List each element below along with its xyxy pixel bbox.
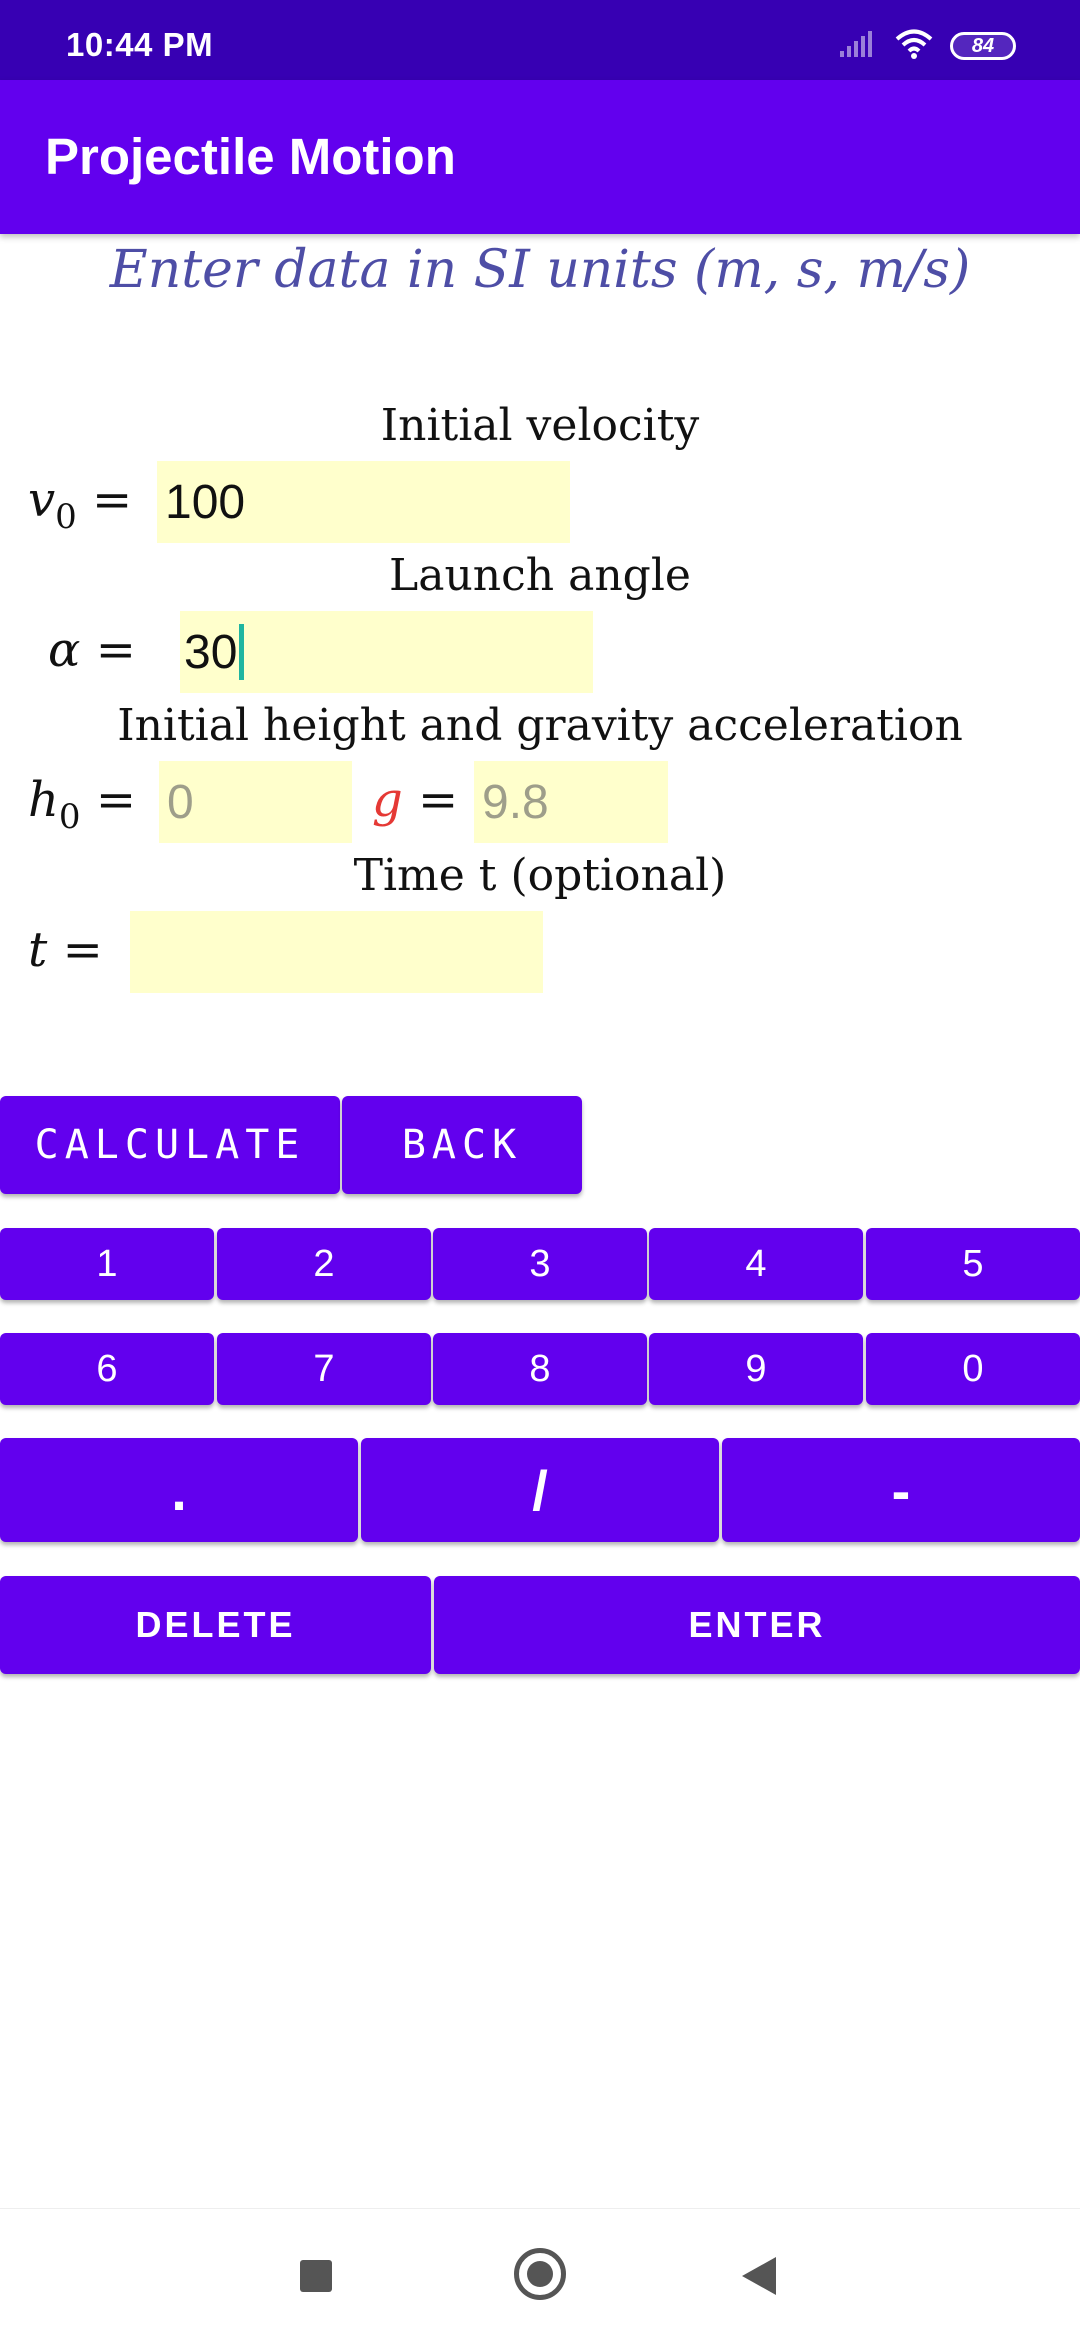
t-label: t = xyxy=(28,922,103,978)
status-time: 10:44 PM xyxy=(66,26,214,63)
t-equals: = xyxy=(62,922,103,978)
v0-subscript: 0 xyxy=(55,497,77,537)
alpha-value: 30 xyxy=(184,625,238,679)
v0-value: 100 xyxy=(165,475,246,529)
navigation-bar xyxy=(0,2208,1080,2340)
delete-button[interactable]: DELETE xyxy=(0,1576,431,1674)
alpha-input[interactable]: 30 xyxy=(180,611,593,693)
g-equals: = xyxy=(418,772,459,828)
key-9[interactable]: 9 xyxy=(649,1333,863,1405)
key-3[interactable]: 3 xyxy=(433,1228,647,1300)
back-icon[interactable] xyxy=(742,2257,776,2295)
home-icon[interactable] xyxy=(514,2248,566,2300)
t-input[interactable] xyxy=(130,911,543,993)
h0-label: h0 = xyxy=(28,772,137,837)
v0-equals: = xyxy=(92,472,133,528)
alpha-symbol: α xyxy=(48,622,81,678)
app-title: Projectile Motion xyxy=(45,128,456,185)
key-0[interactable]: 0 xyxy=(866,1333,1080,1405)
app-bar: Projectile Motion xyxy=(0,80,1080,234)
alpha-equals: = xyxy=(95,622,136,678)
battery-icon: 84 xyxy=(950,32,1016,60)
key-4[interactable]: 4 xyxy=(649,1228,863,1300)
g-symbol: g xyxy=(372,772,403,828)
h0-subscript: 0 xyxy=(58,797,81,837)
wifi-icon xyxy=(894,28,934,64)
screen: 10:44 PM 84 Projectile Motion Enter data… xyxy=(0,0,1080,2340)
back-button[interactable]: BACK xyxy=(342,1096,582,1194)
v0-label: v0 = xyxy=(28,472,133,537)
h0-equals: = xyxy=(95,772,137,828)
key-6[interactable]: 6 xyxy=(0,1333,214,1405)
h0-input[interactable]: 0 xyxy=(159,761,352,843)
key-dot[interactable]: . xyxy=(0,1438,358,1542)
enter-button[interactable]: ENTER xyxy=(434,1576,1080,1674)
calculate-button[interactable]: CALCULATE xyxy=(0,1096,340,1194)
key-minus[interactable]: - xyxy=(722,1438,1080,1542)
v0-input[interactable]: 100 xyxy=(157,461,570,543)
instructions-text: Enter data in SI units (m, s, m/s) xyxy=(109,240,971,300)
v0-symbol: v xyxy=(28,472,56,528)
g-label: g = xyxy=(372,772,458,828)
g-input[interactable]: 9.8 xyxy=(474,761,668,843)
recent-apps-icon[interactable] xyxy=(300,2260,332,2292)
signal-icon xyxy=(838,29,878,63)
h0-placeholder: 0 xyxy=(167,775,194,829)
status-icons: 84 xyxy=(838,28,1016,64)
key-5[interactable]: 5 xyxy=(866,1228,1080,1300)
text-cursor xyxy=(239,624,245,680)
section-label-velocity: Initial velocity xyxy=(380,400,700,451)
key-7[interactable]: 7 xyxy=(217,1333,431,1405)
section-label-angle: Launch angle xyxy=(389,550,691,601)
alpha-label: α = xyxy=(48,622,136,678)
section-label-time: Time t (optional) xyxy=(353,850,727,901)
key-2[interactable]: 2 xyxy=(217,1228,431,1300)
status-bar: 10:44 PM 84 xyxy=(0,0,1080,80)
key-8[interactable]: 8 xyxy=(433,1333,647,1405)
g-placeholder: 9.8 xyxy=(482,775,549,829)
section-label-height-gravity: Initial height and gravity acceleration xyxy=(117,700,963,751)
t-symbol: t xyxy=(28,922,48,978)
key-slash[interactable]: / xyxy=(361,1438,719,1542)
key-1[interactable]: 1 xyxy=(0,1228,214,1300)
h0-symbol: h xyxy=(28,772,59,828)
